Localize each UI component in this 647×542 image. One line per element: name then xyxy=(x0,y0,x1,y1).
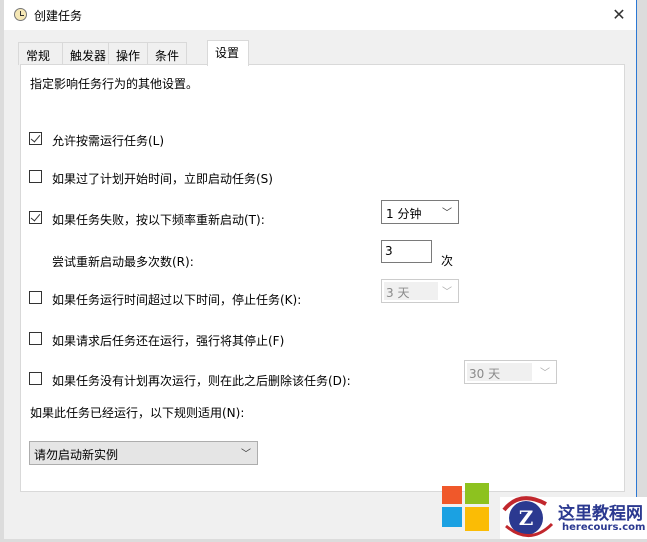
task-scheduler-icon xyxy=(14,8,27,21)
allow-on-demand-checkbox[interactable] xyxy=(29,132,42,145)
stop-duration-select[interactable]: 3 天 ﹀ xyxy=(381,279,459,303)
restart-attempts-value: 3 xyxy=(385,244,393,258)
tab-label: 条件 xyxy=(155,49,180,63)
stop-duration-value: 3 天 xyxy=(386,286,410,300)
close-icon[interactable]: ✕ xyxy=(602,0,636,30)
if-running-rule-label: 如果此任务已经运行，以下规则适用(N): xyxy=(30,406,245,420)
start-if-missed-checkbox[interactable] xyxy=(29,170,42,183)
stop-if-runs-longer-checkbox[interactable] xyxy=(29,291,42,304)
create-task-dialog: 创建任务 ✕ 常规 触发器 操作 条件 设置 指定影响任务行为的其他设置。 允许… xyxy=(4,0,637,539)
chevron-down-icon: ﹀ xyxy=(442,287,452,298)
delete-if-not-scheduled-label: 如果任务没有计划再次运行，则在此之后删除该任务(D): xyxy=(52,374,351,388)
chevron-down-icon: ﹀ xyxy=(241,449,251,460)
delete-after-value: 30 天 xyxy=(469,367,501,381)
settings-description: 指定影响任务行为的其他设置。 xyxy=(30,77,199,91)
restart-interval-value: 1 分钟 xyxy=(386,207,422,221)
watermark-url: herecours.com xyxy=(562,522,646,533)
if-running-rule-select[interactable]: 请勿启动新实例 ﹀ xyxy=(29,441,258,465)
watermark: Z 这里教程网 herecours.com xyxy=(440,480,647,539)
restart-on-failure-label: 如果任务失败，按以下频率重新启动(T): xyxy=(52,213,265,227)
tab-label: 常规 xyxy=(26,49,51,63)
tab-label: 操作 xyxy=(116,49,141,63)
force-stop-checkbox[interactable] xyxy=(29,332,42,345)
tab-actions[interactable]: 操作 xyxy=(108,42,148,65)
tab-settings[interactable]: 设置 xyxy=(207,40,249,66)
tab-label: 设置 xyxy=(215,46,240,60)
tab-triggers[interactable]: 触发器 xyxy=(62,42,109,65)
delete-if-not-scheduled-checkbox[interactable] xyxy=(29,372,42,385)
chevron-down-icon: ﹀ xyxy=(442,208,452,219)
tab-general[interactable]: 常规 xyxy=(18,42,63,65)
window-title: 创建任务 xyxy=(34,9,83,23)
tab-conditions[interactable]: 条件 xyxy=(147,42,187,65)
chevron-down-icon: ﹀ xyxy=(540,368,550,379)
restart-attempts-input[interactable]: 3 xyxy=(381,240,432,263)
settings-panel: 指定影响任务行为的其他设置。 允许按需运行任务(L) 如果过了计划开始时间，立即… xyxy=(20,64,625,492)
force-stop-label: 如果请求后任务还在运行，强行将其停止(F) xyxy=(52,334,285,348)
tab-label: 触发器 xyxy=(70,49,107,63)
restart-attempts-label: 尝试重新启动最多次数(R): xyxy=(52,255,194,269)
delete-after-select[interactable]: 30 天 ﹀ xyxy=(464,360,557,384)
restart-attempts-unit: 次 xyxy=(441,254,454,268)
restart-on-failure-checkbox[interactable] xyxy=(29,211,42,224)
title-bar: 创建任务 ✕ xyxy=(4,0,636,30)
start-if-missed-label: 如果过了计划开始时间，立即启动任务(S) xyxy=(52,172,273,186)
restart-interval-select[interactable]: 1 分钟 ﹀ xyxy=(381,200,459,224)
allow-on-demand-label: 允许按需运行任务(L) xyxy=(52,134,165,148)
watermark-title: 这里教程网 xyxy=(558,504,643,524)
svg-text:Z: Z xyxy=(519,506,534,530)
stop-if-runs-longer-label: 如果任务运行时间超过以下时间，停止任务(K): xyxy=(52,293,302,307)
if-running-rule-value: 请勿启动新实例 xyxy=(34,448,119,462)
